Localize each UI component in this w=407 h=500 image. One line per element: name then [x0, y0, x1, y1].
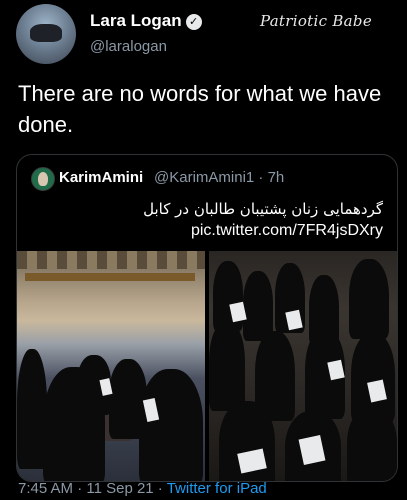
- photo-left[interactable]: [17, 251, 205, 481]
- quoted-text: گردهمایی زنان پشتیبان طالبان در کابل: [143, 200, 383, 218]
- quoted-link[interactable]: pic.twitter.com/7FR4jsDXry: [191, 222, 383, 240]
- photo-right[interactable]: [209, 251, 397, 481]
- author-avatar[interactable]: [16, 4, 76, 64]
- avatar-figure: [30, 24, 62, 42]
- author-name-row[interactable]: Lara Logan ✓: [90, 11, 202, 31]
- watermark: Patriotic Babe: [259, 12, 372, 30]
- veiled-figure: [349, 259, 389, 339]
- veiled-figure: [209, 321, 245, 411]
- stage-banner: [25, 273, 195, 281]
- timestamp[interactable]: 7:45 AM · 11 Sep 21 ·: [18, 480, 167, 497]
- quoted-avatar[interactable]: [31, 167, 55, 191]
- ceiling-lights: [17, 251, 205, 269]
- quoted-name[interactable]: KarimAmini: [59, 169, 143, 186]
- tweet-meta: 7:45 AM · 11 Sep 21 · Twitter for iPad: [18, 480, 267, 497]
- verified-check-icon: ✓: [185, 13, 202, 30]
- tweet-header: Lara Logan ✓ @laralogan Patriotic Babe: [16, 4, 396, 64]
- quoted-tweet[interactable]: KarimAmini @KarimAmini1 · 7h گردهمایی زن…: [16, 154, 398, 482]
- veiled-figure: [139, 369, 203, 481]
- source-link[interactable]: Twitter for iPad: [167, 480, 267, 497]
- author-name[interactable]: Lara Logan: [90, 11, 182, 30]
- tweet-text: There are no words for what we have done…: [18, 81, 382, 137]
- quoted-handle[interactable]: @KarimAmini1 · 7h: [154, 169, 284, 186]
- veiled-figure: [347, 407, 397, 481]
- author-handle[interactable]: @laralogan: [90, 38, 167, 55]
- veiled-figure: [243, 271, 273, 341]
